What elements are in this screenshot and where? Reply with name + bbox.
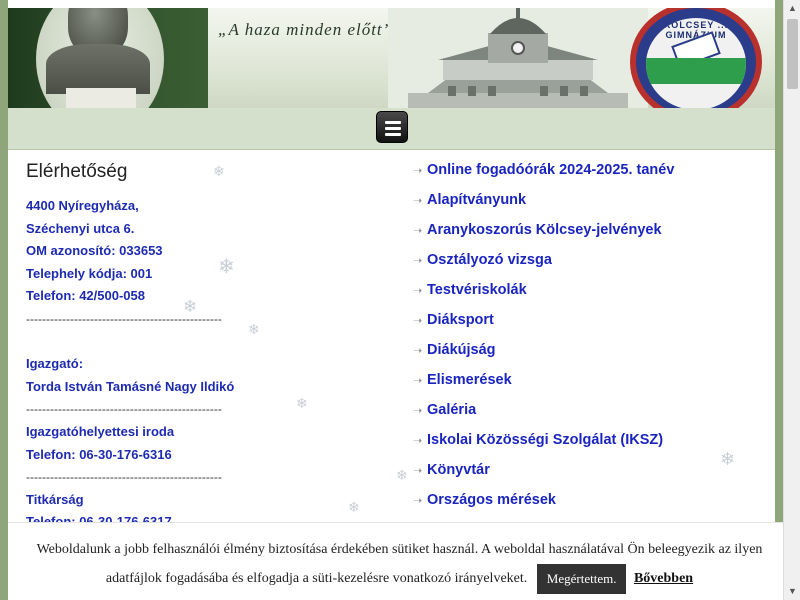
contact-address-street: Széchenyi utca 6.: [26, 220, 135, 236]
link-label: Testvériskolák: [427, 282, 527, 298]
link-label: Osztályozó vizsga: [427, 252, 552, 268]
link-label: Könyvtár: [427, 462, 490, 478]
scroll-up-icon[interactable]: ▲: [784, 0, 800, 17]
deputy-office-phone: Telefon: 06-30-176-6316: [26, 446, 172, 462]
principal-label: Igazgató:: [26, 356, 84, 372]
link-label: Online fogadóórák 2024-2025. tanév: [427, 162, 675, 178]
secretariat-label: Titkárság: [26, 491, 84, 507]
hamburger-icon-bar: [385, 133, 401, 136]
crest-green-band: [646, 58, 746, 84]
principal-name: Torda István Tamásné Nagy Ildikó: [26, 378, 235, 394]
link-list: ➝ Online fogadóórák 2024-2025. tanév ➝ Ala…: [413, 155, 768, 515]
contact-separator: ----------------------------------------…: [26, 311, 222, 326]
contact-address-city: 4400 Nyíregyháza,: [26, 198, 139, 213]
link-galeria[interactable]: ➝ Galéria: [413, 395, 768, 425]
contact-separator: ----------------------------------------…: [26, 402, 222, 417]
arrow-right-icon: ➝: [413, 345, 423, 357]
cookie-message: Weboldalunk a jobb felhasználói élmény b…: [18, 535, 781, 594]
arrow-right-icon: ➝: [413, 495, 423, 507]
contact-phone: Telefon: 42/500-058: [26, 288, 145, 304]
navigation-bar: [8, 108, 775, 150]
arrow-right-icon: ➝: [413, 255, 423, 267]
arrow-right-icon: ➝: [413, 285, 423, 297]
link-aranykoszorus[interactable]: ➝ Aranykoszorús Kölcsey-jelvények: [413, 215, 768, 245]
link-label: Iskolai Közösségi Szolgálat (IKSZ): [427, 432, 664, 448]
link-label: Elismerések: [427, 372, 512, 388]
school-crest-logo: KÖLCSEY ... GIMNÁZIUM: [630, 8, 762, 108]
link-label: Alapítványunk: [427, 192, 527, 208]
link-alapitvanyunk[interactable]: ➝ Alapítványunk: [413, 185, 768, 215]
school-motto: „A haza minden előtt”: [218, 20, 394, 39]
contact-site-code: Telephely kódja: 001: [26, 265, 153, 281]
header-banner: „A haza minden előtt” KÖLCSEY ... GIMNÁZ…: [8, 8, 775, 108]
link-online-fogadoorak[interactable]: ➝ Online fogadóórák 2024-2025. tanév: [413, 155, 768, 185]
school-building-image: [388, 8, 648, 108]
arrow-right-icon: ➝: [413, 465, 423, 477]
arrow-right-icon: ➝: [413, 195, 423, 207]
bust-pedestal: [66, 88, 136, 108]
arrow-right-icon: ➝: [413, 375, 423, 387]
link-label: Diákújság: [427, 342, 496, 358]
link-iksz[interactable]: ➝ Iskolai Közösségi Szolgálat (IKSZ): [413, 425, 768, 455]
link-diaksport[interactable]: ➝ Diáksport: [413, 305, 768, 335]
arrow-right-icon: ➝: [413, 225, 423, 237]
vertical-scrollbar[interactable]: ▲ ▼: [783, 0, 800, 600]
deputy-office-label: Igazgatóhelyettesi iroda: [26, 423, 175, 439]
contact-om-id: OM azonosító: 033653: [26, 243, 163, 259]
snowflake-icon: ❄: [396, 467, 408, 483]
link-testveriskolak[interactable]: ➝ Testvériskolák: [413, 275, 768, 305]
hamburger-menu-button[interactable]: [376, 111, 408, 143]
link-diakujsag[interactable]: ➝ Diákújság: [413, 335, 768, 365]
contact-separator: ----------------------------------------…: [26, 470, 222, 485]
cookie-consent-bar: Weboldalunk a jobb felhasználói élmény b…: [8, 522, 791, 600]
arrow-right-icon: ➝: [413, 435, 423, 447]
arrow-right-icon: ➝: [413, 405, 423, 417]
bust-body: [46, 44, 150, 94]
contact-section: Elérhetőség 4400 Nyíregyháza, Széchenyi …: [26, 161, 386, 534]
link-label: Galéria: [427, 402, 477, 418]
link-orszagos-meresek[interactable]: ➝ Országos mérések: [413, 485, 768, 515]
banner-trees: [8, 8, 208, 108]
link-konyvtar[interactable]: ➝ Könyvtár: [413, 455, 768, 485]
link-elismeresek[interactable]: ➝ Elismerések: [413, 365, 768, 395]
link-label: Aranykoszorús Kölcsey-jelvények: [427, 222, 662, 238]
link-osztalyozo-vizsga[interactable]: ➝ Osztályozó vizsga: [413, 245, 768, 275]
arrow-right-icon: ➝: [413, 165, 423, 177]
cookie-accept-button[interactable]: Megértettem.: [536, 564, 627, 594]
cookie-more-link[interactable]: Bővebben: [634, 571, 693, 586]
link-label: Diáksport: [427, 312, 494, 328]
scroll-thumb[interactable]: [787, 19, 798, 89]
hamburger-icon: [385, 121, 401, 124]
hamburger-icon-bar: [385, 127, 401, 130]
contact-spacer: [26, 331, 386, 354]
contact-title: Elérhetőség: [26, 161, 128, 182]
kolcsey-bust-image: [36, 8, 164, 108]
page: „A haza minden előtt” KÖLCSEY ... GIMNÁZ…: [8, 0, 791, 600]
link-label: Országos mérések: [427, 492, 556, 508]
scroll-down-icon[interactable]: ▼: [784, 583, 800, 600]
arrow-right-icon: ➝: [413, 315, 423, 327]
